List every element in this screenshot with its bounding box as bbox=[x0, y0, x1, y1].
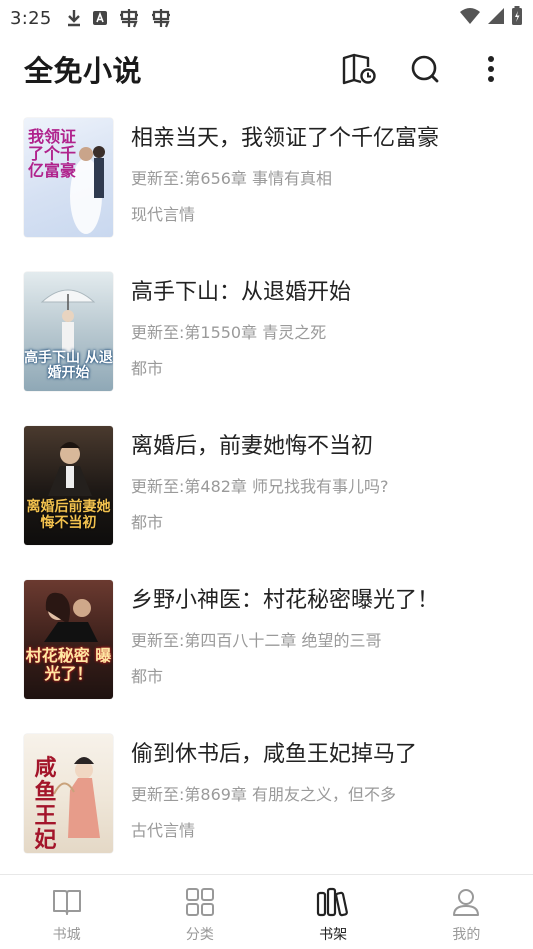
nav-item-bookstore[interactable]: 书城 bbox=[0, 875, 133, 949]
library-icon[interactable] bbox=[341, 51, 377, 87]
search-icon[interactable] bbox=[407, 51, 443, 87]
book-cover[interactable]: 咸鱼王妃 bbox=[24, 734, 113, 853]
cover-title: 咸鱼王妃 bbox=[34, 755, 57, 853]
book-title: 偷到休书后，咸鱼王妃掉马了 bbox=[131, 742, 418, 767]
book-item[interactable]: 高手下山 从退婚开始 高手下山：从退婚开始 更新至:第1550章 青灵之死 都市 bbox=[0, 262, 533, 416]
book-info: 高手下山：从退婚开始 更新至:第1550章 青灵之死 都市 bbox=[131, 272, 351, 416]
book-cover[interactable]: 离婚后前妻她 悔不当初 bbox=[24, 426, 113, 545]
book-cover[interactable]: 高手下山 从退婚开始 bbox=[24, 272, 113, 391]
book-item[interactable]: 村花秘密 曝光了！ 乡野小神医：村花秘密曝光了！ 更新至:第四百八十二章 绝望的… bbox=[0, 570, 533, 724]
status-notification-icons bbox=[66, 8, 172, 28]
book-genre: 都市 bbox=[131, 667, 164, 686]
status-bar: 3:25 bbox=[0, 0, 533, 36]
book-genre: 古代言情 bbox=[131, 821, 196, 840]
nav-item-category[interactable]: 分类 bbox=[133, 875, 266, 949]
book-item[interactable]: 我领证了个千亿富豪 相亲当天，我领证了个千亿富豪 更新至:第656章 事情有真相… bbox=[0, 108, 533, 262]
nav-label: 我的 bbox=[452, 927, 481, 943]
book-list: 我领证了个千亿富豪 相亲当天，我领证了个千亿富豪 更新至:第656章 事情有真相… bbox=[0, 108, 533, 878]
more-icon[interactable] bbox=[473, 51, 509, 87]
nav-label: 书城 bbox=[52, 927, 81, 943]
cover-title: 村花秘密 曝光了！ bbox=[25, 646, 112, 683]
status-time: 3:25 bbox=[10, 7, 52, 29]
book-genre: 现代言情 bbox=[131, 205, 196, 224]
book-title: 离婚后，前妻她悔不当初 bbox=[131, 434, 374, 459]
book-latest-chapter: 更新至:第四百八十二章 绝望的三哥 bbox=[131, 631, 382, 650]
a-icon bbox=[92, 10, 108, 26]
book-open-icon bbox=[50, 885, 84, 919]
cover-title: 高手下山 从退婚开始 bbox=[24, 350, 113, 381]
book-title: 高手下山：从退婚开始 bbox=[131, 280, 352, 305]
book-genre: 都市 bbox=[131, 513, 164, 532]
status-system-icons bbox=[459, 6, 523, 30]
book-info: 乡野小神医：村花秘密曝光了！ 更新至:第四百八十二章 绝望的三哥 都市 bbox=[131, 580, 439, 724]
book-cover[interactable]: 我领证了个千亿富豪 bbox=[24, 118, 113, 237]
download-icon bbox=[66, 9, 82, 27]
bookshelf-icon bbox=[316, 885, 350, 919]
nav-label: 书架 bbox=[319, 927, 348, 943]
book-title: 相亲当天，我领证了个千亿富豪 bbox=[131, 126, 440, 151]
signal-icon bbox=[487, 7, 505, 29]
nav-label: 分类 bbox=[185, 927, 214, 943]
wifi-icon bbox=[459, 7, 481, 29]
bug-icon bbox=[150, 8, 172, 28]
person-icon bbox=[449, 885, 483, 919]
book-info: 离婚后，前妻她悔不当初 更新至:第482章 师兄找我有事儿吗? 都市 bbox=[131, 426, 389, 570]
book-latest-chapter: 更新至:第869章 有朋友之义，但不多 bbox=[131, 785, 397, 804]
book-latest-chapter: 更新至:第482章 师兄找我有事儿吗? bbox=[131, 477, 389, 496]
book-genre: 都市 bbox=[131, 359, 164, 378]
bug-icon bbox=[118, 8, 140, 28]
book-item[interactable]: 离婚后前妻她 悔不当初 离婚后，前妻她悔不当初 更新至:第482章 师兄找我有事… bbox=[0, 416, 533, 570]
header-actions bbox=[311, 51, 509, 87]
nav-item-profile[interactable]: 我的 bbox=[400, 875, 533, 949]
bottom-nav: 书城 分类 书架 我的 bbox=[0, 874, 533, 949]
cover-title: 离婚后前妻她 悔不当初 bbox=[26, 499, 111, 531]
book-item[interactable]: 咸鱼王妃 偷到休书后，咸鱼王妃掉马了 更新至:第869章 有朋友之义，但不多 古… bbox=[0, 724, 533, 878]
book-title: 乡野小神医：村花秘密曝光了！ bbox=[131, 588, 440, 613]
book-cover[interactable]: 村花秘密 曝光了！ bbox=[24, 580, 113, 699]
cover-title: 我领证了个千亿富豪 bbox=[28, 127, 77, 180]
app-title: 全免小说 bbox=[24, 54, 143, 88]
app-header: 全免小说 bbox=[0, 44, 533, 94]
book-info: 相亲当天，我领证了个千亿富豪 更新至:第656章 事情有真相 现代言情 bbox=[131, 118, 439, 262]
book-info: 偷到休书后，咸鱼王妃掉马了 更新至:第869章 有朋友之义，但不多 古代言情 bbox=[131, 734, 417, 878]
book-latest-chapter: 更新至:第1550章 青灵之死 bbox=[131, 323, 327, 342]
nav-item-bookshelf[interactable]: 书架 bbox=[267, 875, 400, 949]
battery-icon bbox=[511, 6, 523, 30]
book-latest-chapter: 更新至:第656章 事情有真相 bbox=[131, 169, 333, 188]
grid-icon bbox=[183, 885, 217, 919]
